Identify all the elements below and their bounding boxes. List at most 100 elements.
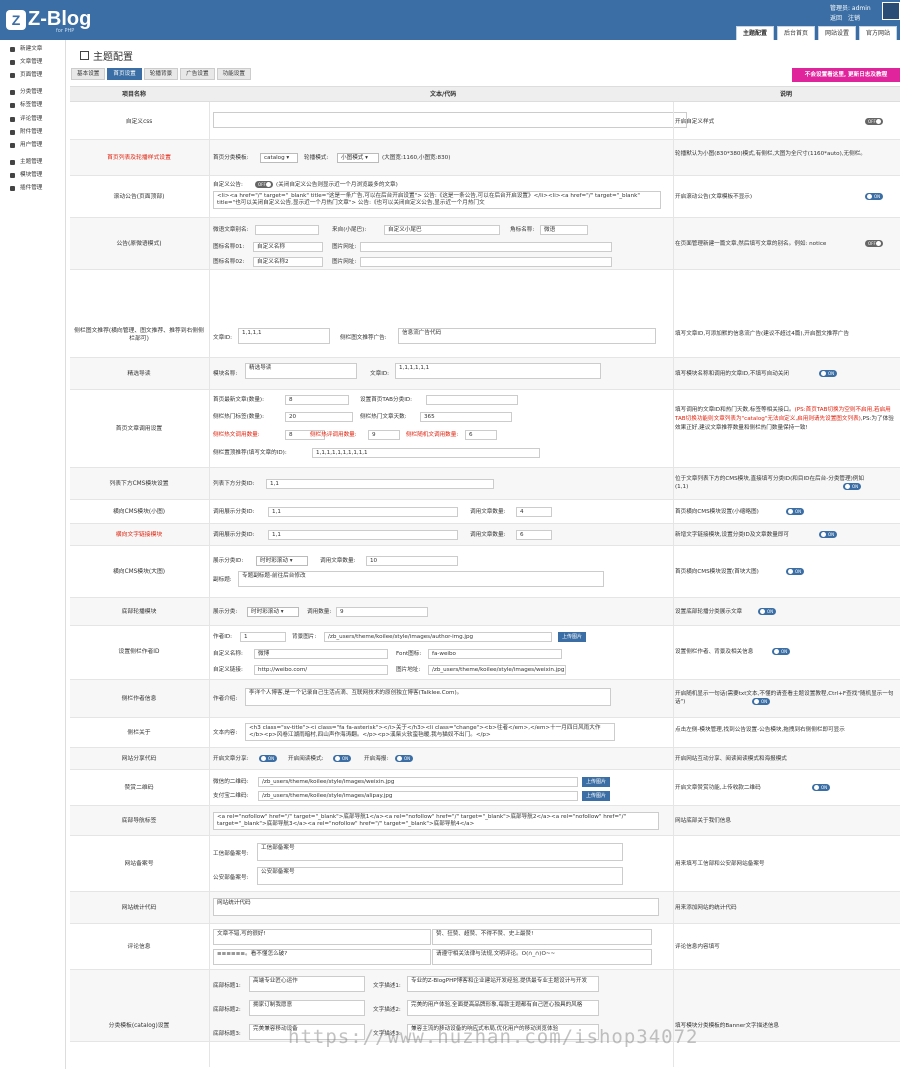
about-textarea[interactable]: <h3 class="sv-title"><i class="fa fa-ast… (245, 723, 615, 741)
tail-input[interactable]: 自定义小尾巴 (384, 225, 500, 235)
author-id-input[interactable]: 1 (240, 632, 286, 642)
tab-admin-home[interactable]: 后台首页 (777, 26, 816, 40)
hot-tags-input[interactable]: 20 (285, 412, 353, 422)
sidebar-item-users[interactable]: 用户管理 (0, 139, 65, 152)
catalog-desc1[interactable]: 专业的Z-BlogPHP博客和企业建站开发经验,提供最专业主题设计与开发 (407, 976, 599, 992)
cms-large-category-select[interactable]: 时时彩滚动 (256, 556, 308, 566)
cms-small-count-input[interactable]: 4 (516, 507, 552, 517)
help-button[interactable]: 不会设置看这里, 更新日志及教程 (792, 68, 900, 82)
tab-category-input[interactable] (426, 395, 518, 405)
police-textarea[interactable]: 公安部备案号 (257, 867, 623, 885)
image-address-input[interactable]: /zb_users/theme/koilee/style/images/weix… (428, 665, 566, 675)
bottom-carousel-toggle[interactable]: ON (758, 608, 776, 615)
bottom-count-input[interactable]: 9 (336, 607, 428, 617)
cms-large-toggle[interactable]: ON (786, 568, 804, 575)
catalog-desc2[interactable]: 完美的用户体验,全面提高品牌形象,每款主题都有自己匠心独具的风格 (407, 1000, 599, 1016)
reading-mode-toggle[interactable]: ON (333, 755, 351, 762)
row-cms-small: 横向CMS模块(小图) 调用展示分类ID: 1,1 调用文章数量: 4 首页横向… (70, 500, 900, 524)
comment3-textarea[interactable]: ≡≡≡≡≡≡。看不懂怎么破? (213, 949, 431, 965)
custom-css-textarea[interactable] (213, 112, 687, 128)
hot-comments-input[interactable]: 9 (368, 430, 400, 440)
text-links-category-input[interactable]: 1,1 (268, 530, 458, 540)
sidebar-ad-textarea[interactable]: 信息流广告代码 (398, 328, 656, 344)
subtitle-textarea[interactable]: 专题副标题-前往后台修改 (238, 571, 604, 587)
sidebar-item-new-article[interactable]: 新建文章 (0, 43, 65, 56)
sidebar-item-attachments[interactable]: 附件管理 (0, 126, 65, 139)
sidebar-item-categories[interactable]: 分类管理 (0, 86, 65, 99)
poster-toggle[interactable]: ON (395, 755, 413, 762)
author-intro-textarea[interactable]: 李洋个人博客,是一个记录自己生活点滴、互联网技术的原创独立博客(Talklee.… (245, 688, 611, 706)
text-links-toggle[interactable]: ON (819, 531, 837, 538)
bottom-category-select[interactable]: 时时彩滚动 (247, 607, 299, 617)
author-toggle[interactable]: ON (772, 648, 790, 655)
upload-bg-button[interactable]: 上传图片 (558, 632, 587, 642)
icp-textarea[interactable]: 工信部备案号 (257, 843, 623, 861)
subtab-basic[interactable]: 基本设置 (71, 68, 106, 80)
catalog-select[interactable]: catalog (260, 153, 298, 163)
row-label: 横向CMS模块(大图) (112, 569, 166, 575)
upload-wechat-button[interactable]: 上传图片 (582, 777, 611, 787)
comment4-textarea[interactable]: 请遵守相关法律与法规,文明评论。O(∩_∩)O~~ (432, 949, 652, 965)
text-links-count-input[interactable]: 6 (516, 530, 552, 540)
icon-name2-input[interactable]: 自定义名称2 (253, 257, 323, 267)
sidebar-item-themes[interactable]: 主题管理 (0, 156, 65, 169)
subtab-carousel[interactable]: 轮播背景 (143, 68, 179, 80)
comment1-textarea[interactable]: 文章不错,写的很好! (213, 929, 431, 945)
catalog-title1[interactable]: 高端专业匠心运作 (249, 976, 365, 992)
author-info-toggle[interactable]: ON (752, 698, 770, 705)
subtab-home[interactable]: 首页设置 (107, 68, 142, 80)
scroll-notice-toggle[interactable]: ON (865, 193, 883, 200)
image-url2-input[interactable] (360, 257, 612, 267)
announcement-toggle[interactable]: OFF (865, 240, 883, 247)
reward-toggle[interactable]: ON (812, 784, 830, 791)
subtab-ads[interactable]: 广告设置 (180, 68, 215, 80)
sidebar-item-articles[interactable]: 文章管理 (0, 56, 65, 69)
cms-small-category-input[interactable]: 1,1 (268, 507, 458, 517)
upload-alipay-button[interactable]: 上传图片 (582, 791, 611, 801)
custom-css-toggle[interactable]: OFF (865, 118, 883, 125)
wechat-qr-input[interactable]: /zb_users/theme/koilee/style/images/weix… (258, 777, 578, 787)
catalog-title2[interactable]: 拥家订制我愿意 (249, 1000, 365, 1016)
tab-theme-config[interactable]: 主题配置 (736, 26, 775, 40)
font-icon-input[interactable]: fa-weibo (428, 649, 562, 659)
latest-count-input[interactable]: 8 (285, 395, 349, 405)
icon-name1-input[interactable]: 自定义名称 (253, 242, 323, 252)
zblog-logo[interactable]: Z Z-Blog (6, 8, 91, 31)
logout-link[interactable]: 注销 (848, 15, 860, 22)
notice-toggle[interactable]: OFF (255, 181, 273, 188)
footer-nav-textarea[interactable]: <a rel="nofollow" href="/" target="_blan… (213, 812, 659, 830)
list-cms-toggle[interactable]: ON (843, 483, 861, 490)
comment2-textarea[interactable]: 赞、狂赞、超赞、不得不赞、史上最赞! (432, 929, 652, 945)
back-link[interactable]: 返回 (830, 15, 842, 22)
sidebar-item-comments[interactable]: 评论管理 (0, 112, 65, 125)
tab-site-settings[interactable]: 网站设置 (818, 26, 857, 40)
sidebar-item-tags[interactable]: 标签管理 (0, 99, 65, 112)
cms-small-toggle[interactable]: ON (786, 508, 804, 515)
sidebar-item-pages[interactable]: 页面管理 (0, 69, 65, 82)
notice-alias-input[interactable] (255, 225, 319, 235)
field-label: 侧栏热门文章天数: (360, 414, 407, 420)
stats-textarea[interactable]: 网站统计代码 (213, 898, 659, 916)
sticky-ids-input[interactable]: 1,1,1,1,1,1,1,1,1,1 (312, 448, 540, 458)
sidebar-item-plugins[interactable]: 插件管理 (0, 182, 65, 195)
custom-name-input[interactable]: 微博 (254, 649, 388, 659)
notice-textarea[interactable]: <li><a href="/" target="_blank" title="这… (213, 191, 661, 209)
list-category-input[interactable]: 1,1 (266, 479, 494, 489)
share-toggle[interactable]: ON (259, 755, 277, 762)
alipay-qr-input[interactable]: /zb_users/theme/koilee/style/images/alip… (258, 791, 578, 801)
random-articles-input[interactable]: 6 (465, 430, 497, 440)
subtab-features[interactable]: 功能设置 (216, 68, 251, 80)
carousel-mode-select[interactable]: 小图模式 (337, 153, 379, 163)
author-bg-input[interactable]: /zb_users/theme/koilee/style/images/auth… (324, 632, 552, 642)
featured-toggle[interactable]: ON (819, 370, 837, 377)
featured-ids-textarea[interactable]: 1,1,1,1,1,1 (395, 363, 601, 379)
hot-days-input[interactable]: 365 (420, 412, 512, 422)
tab-official-site[interactable]: 官方网站 (859, 26, 898, 40)
badge-input[interactable]: 微语 (540, 225, 588, 235)
image-url1-input[interactable] (360, 242, 612, 252)
module-name-textarea[interactable]: 精选导读 (245, 363, 357, 379)
sidebar-item-modules[interactable]: 模块管理 (0, 169, 65, 182)
cms-large-count-input[interactable]: 10 (366, 556, 458, 566)
article-ids-textarea[interactable]: 1,1,1,1 (238, 328, 330, 344)
custom-link-input[interactable]: http://weibo.com/ (254, 665, 388, 675)
